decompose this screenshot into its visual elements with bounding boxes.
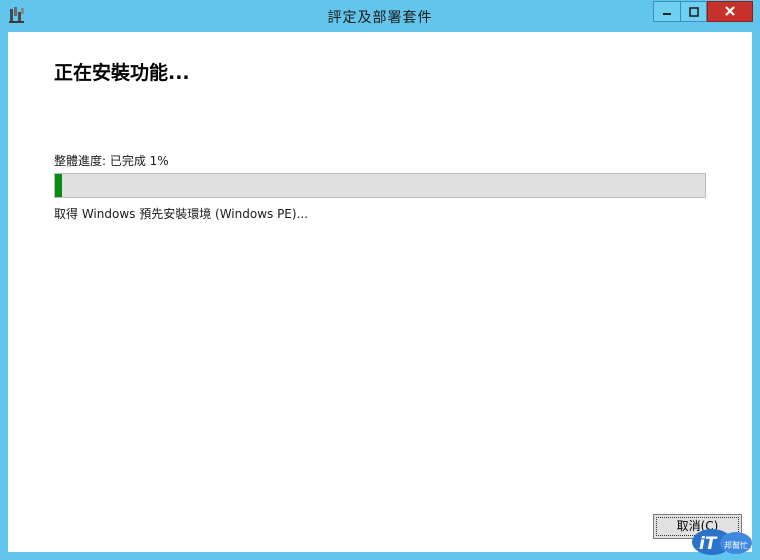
app-window: 評定及部署套件 正在安裝功能... 整體進度: 已完成 1% 取得 Window… (0, 0, 760, 560)
progress-fill (55, 174, 62, 197)
watermark-it-text: iT (699, 534, 718, 554)
window-title: 評定及部署套件 (327, 10, 433, 26)
overall-progress-bar (54, 173, 706, 198)
maximize-icon (688, 2, 699, 21)
minimize-icon (662, 2, 672, 21)
client-area: 正在安裝功能... 整體進度: 已完成 1% 取得 Windows 預先安裝環境… (8, 32, 752, 552)
minimize-button[interactable] (653, 1, 680, 22)
ithome-watermark-logo: iT 邦幫忙 (690, 524, 754, 556)
status-text: 取得 Windows 預先安裝環境 (Windows PE)... (54, 207, 309, 221)
progress-label: 整體進度: 已完成 1% (54, 154, 169, 168)
maximize-button[interactable] (680, 1, 707, 22)
title-bar[interactable]: 評定及部署套件 (0, 0, 760, 32)
close-button[interactable] (707, 1, 753, 22)
page-title: 正在安裝功能... (54, 62, 190, 84)
close-icon (724, 2, 736, 21)
watermark-brand-text: 邦幫忙 (724, 540, 748, 550)
